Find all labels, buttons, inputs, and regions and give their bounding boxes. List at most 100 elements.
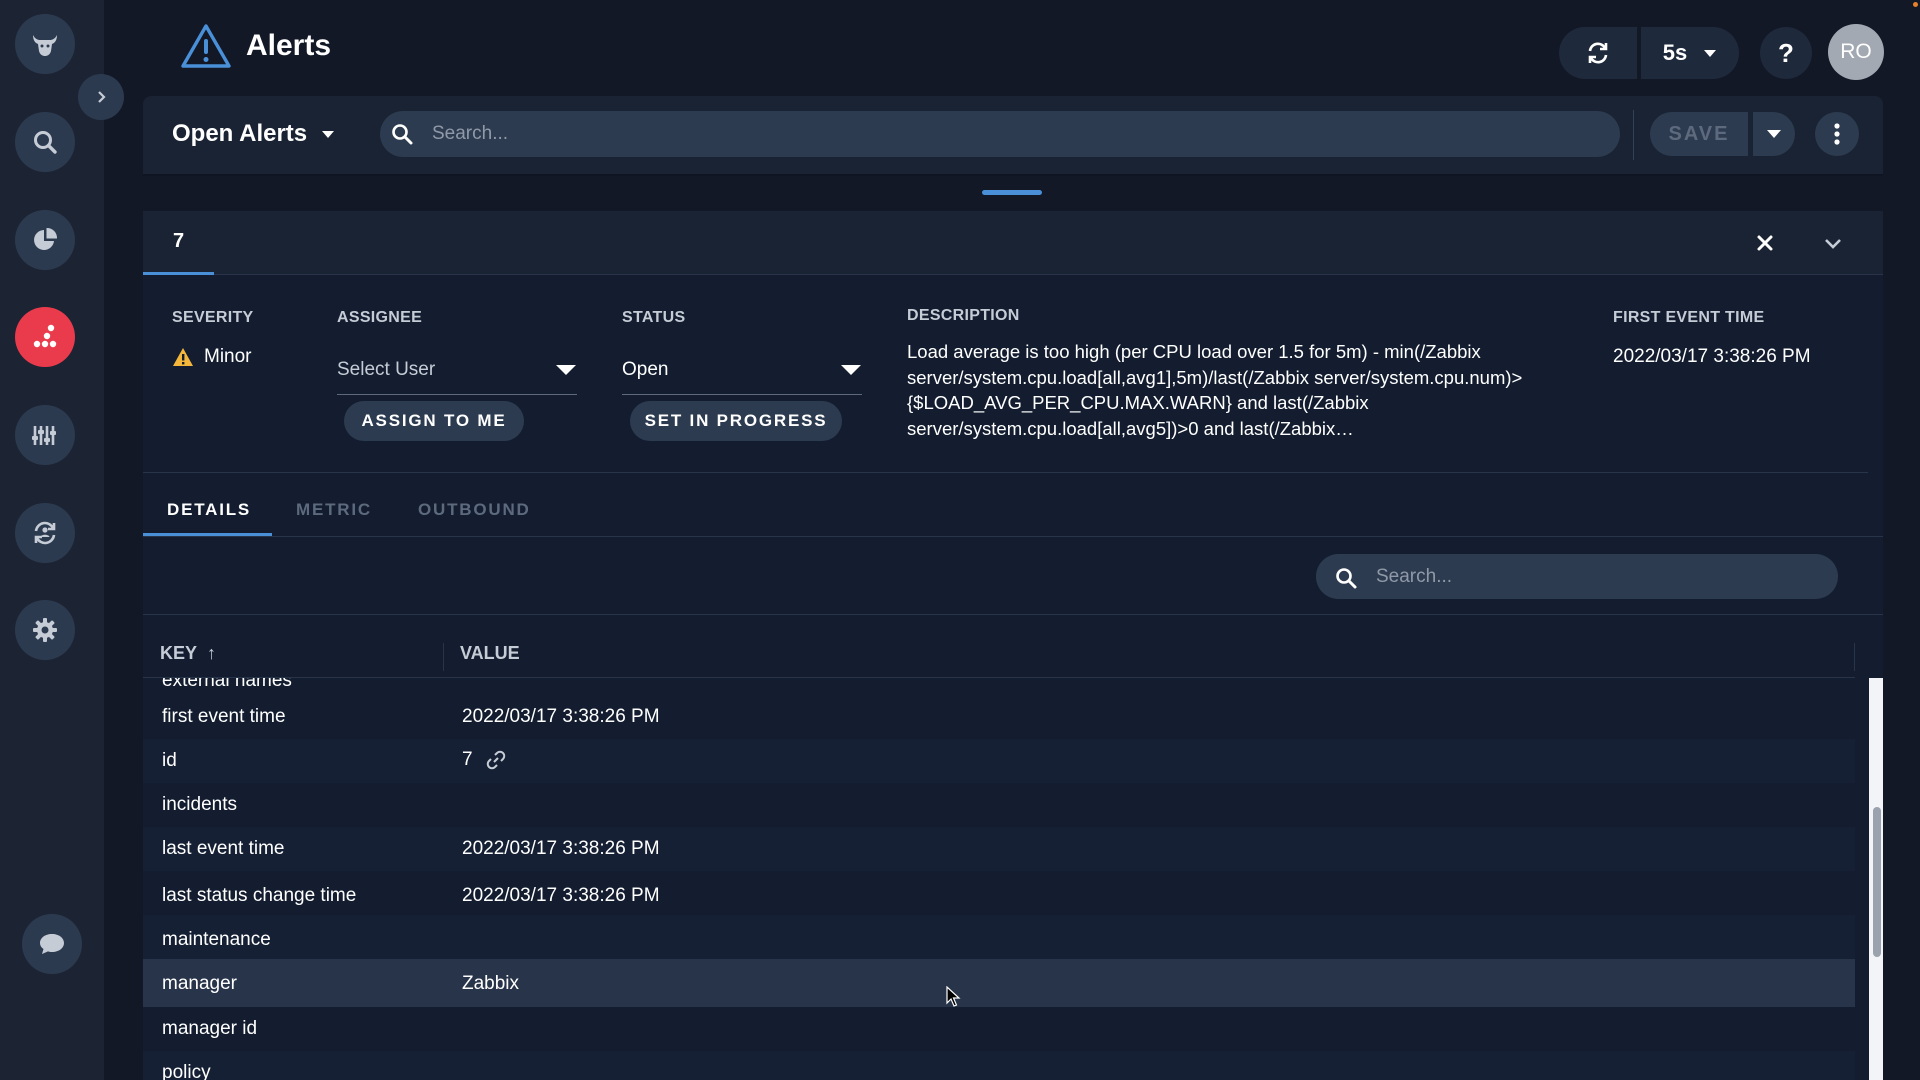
caret-down-icon (841, 364, 861, 375)
row-key: last event time (162, 838, 285, 859)
alert-detail-panel: 7 SEVERITY Minor ASSIGNEE Select User AS… (143, 211, 1883, 1080)
save-options-button[interactable] (1753, 112, 1795, 156)
filter-search-input[interactable]: Search... (380, 111, 1620, 157)
assign-to-me-button[interactable]: ASSIGN TO ME (344, 401, 524, 441)
link-icon[interactable] (485, 749, 507, 771)
row-value: 7 (462, 749, 507, 771)
filter-search-placeholder: Search... (432, 123, 509, 144)
sidebar-item-tuning[interactable] (15, 405, 75, 465)
search-icon (1336, 568, 1357, 589)
caret-down-icon (1767, 130, 1781, 138)
column-header-value[interactable]: VALUE (460, 643, 520, 664)
table-row[interactable]: policy (143, 1051, 1855, 1080)
details-search-placeholder: Search... (1376, 565, 1453, 587)
details-search-input[interactable]: Search... (1316, 554, 1838, 599)
table-row[interactable]: manager id (143, 1007, 1855, 1051)
table-row[interactable]: first event time 2022/03/17 3:38:26 PM (143, 695, 1855, 739)
table-row[interactable]: incidents (143, 783, 1855, 827)
page-title-group: Alerts (180, 22, 331, 70)
sync-icon (34, 521, 56, 545)
close-panel-button[interactable] (1753, 231, 1777, 260)
assignee-placeholder: Select User (337, 358, 436, 380)
warning-icon (173, 348, 193, 366)
pie-chart-icon (34, 227, 58, 250)
row-key: first event time (162, 706, 286, 727)
refresh-interval-select[interactable]: 5s (1641, 27, 1739, 79)
description-text: Load average is too high (per CPU load o… (907, 341, 1523, 439)
view-select[interactable]: Open Alerts (172, 120, 335, 148)
severity-text: Minor (204, 346, 252, 367)
severity-label: SEVERITY (172, 309, 254, 326)
table-row[interactable]: external names (143, 678, 1855, 694)
first-event-time-value: 2022/03/17 3:38:26 PM (1613, 346, 1811, 367)
sliders-icon (32, 426, 56, 445)
chevron-down-icon (1825, 239, 1841, 249)
assignee-label: ASSIGNEE (337, 309, 423, 326)
filter-divider (1633, 110, 1634, 160)
save-button[interactable]: SAVE (1650, 112, 1748, 156)
row-key: incidents (162, 794, 237, 815)
sort-ascending-icon: ↑ (207, 643, 217, 663)
table-row[interactable]: manager Zabbix (143, 959, 1855, 1007)
sidebar-item-settings[interactable] (15, 600, 75, 660)
kebab-menu-icon (1834, 123, 1840, 145)
panel-tab-bar: 7 (143, 211, 1883, 275)
search-icon (392, 124, 413, 145)
status-select[interactable]: Open (622, 345, 862, 395)
row-value: 2022/03/17 3:38:26 PM (462, 838, 660, 859)
sidebar-item-alerts[interactable] (15, 307, 75, 367)
chat-bubble-icon (40, 934, 64, 954)
table-header: KEY ↑ VALUE (143, 631, 1855, 678)
row-key: policy (162, 1062, 211, 1080)
column-header-key[interactable]: KEY ↑ (160, 643, 216, 664)
row-key: manager (162, 973, 237, 994)
id-value: 7 (462, 749, 473, 770)
refresh-button[interactable] (1559, 27, 1637, 79)
alerts-dots-icon (33, 324, 57, 348)
filter-bar: Open Alerts Search... SAVE (143, 96, 1883, 174)
alert-tab[interactable]: 7 (143, 211, 214, 275)
severity-value: Minor (172, 346, 252, 368)
sidebar-item-search[interactable] (15, 112, 75, 172)
table-row[interactable]: maintenance (143, 915, 1855, 959)
row-value: 2022/03/17 3:38:26 PM (462, 885, 660, 906)
toolbar-divider (143, 614, 1883, 615)
caret-down-icon (322, 131, 335, 138)
more-options-button[interactable] (1815, 112, 1859, 156)
caret-down-icon (556, 364, 576, 375)
sidebar-item-dashboards[interactable] (15, 210, 75, 270)
table-scrollbar-thumb[interactable] (1873, 807, 1881, 957)
tab-metric[interactable]: METRIC (296, 500, 372, 520)
chat-button[interactable] (22, 914, 82, 974)
tab-details[interactable]: DETAILS (167, 500, 251, 520)
chevron-right-icon (98, 91, 106, 103)
table-row[interactable]: id 7 (143, 739, 1855, 783)
row-key: id (162, 750, 177, 771)
key-header-label: KEY (160, 643, 198, 663)
avatar[interactable]: RO (1828, 24, 1884, 80)
expand-sidebar-button[interactable] (78, 74, 124, 120)
table-row[interactable]: last event time 2022/03/17 3:38:26 PM (143, 827, 1855, 871)
panel-resize-handle[interactable] (982, 190, 1042, 195)
warning-triangle-icon (181, 24, 231, 68)
mouse-pointer-icon (946, 986, 961, 1007)
set-in-progress-button[interactable]: SET IN PROGRESS (630, 401, 842, 441)
sidebar-item-integrations[interactable] (15, 503, 75, 563)
sidebar (0, 0, 124, 1080)
subtabs-divider (143, 536, 1883, 537)
filter-bar-border (143, 174, 1883, 176)
column-separator (1854, 643, 1855, 671)
logo-button[interactable] (15, 14, 75, 74)
tab-outbound[interactable]: OUTBOUND (418, 500, 531, 520)
collapse-panel-button[interactable] (1821, 231, 1845, 260)
notification-dot (1913, 2, 1918, 7)
help-button[interactable]: ? (1760, 27, 1812, 79)
search-icon (34, 131, 57, 154)
page-title: Alerts (246, 29, 332, 62)
row-key: external names (162, 678, 292, 691)
table-row[interactable]: last status change time 2022/03/17 3:38:… (143, 871, 1855, 915)
description-label: DESCRIPTION (907, 307, 1020, 324)
assignee-select[interactable]: Select User (337, 345, 577, 395)
view-name: Open Alerts (172, 120, 308, 147)
help-icon: ? (1778, 37, 1794, 68)
